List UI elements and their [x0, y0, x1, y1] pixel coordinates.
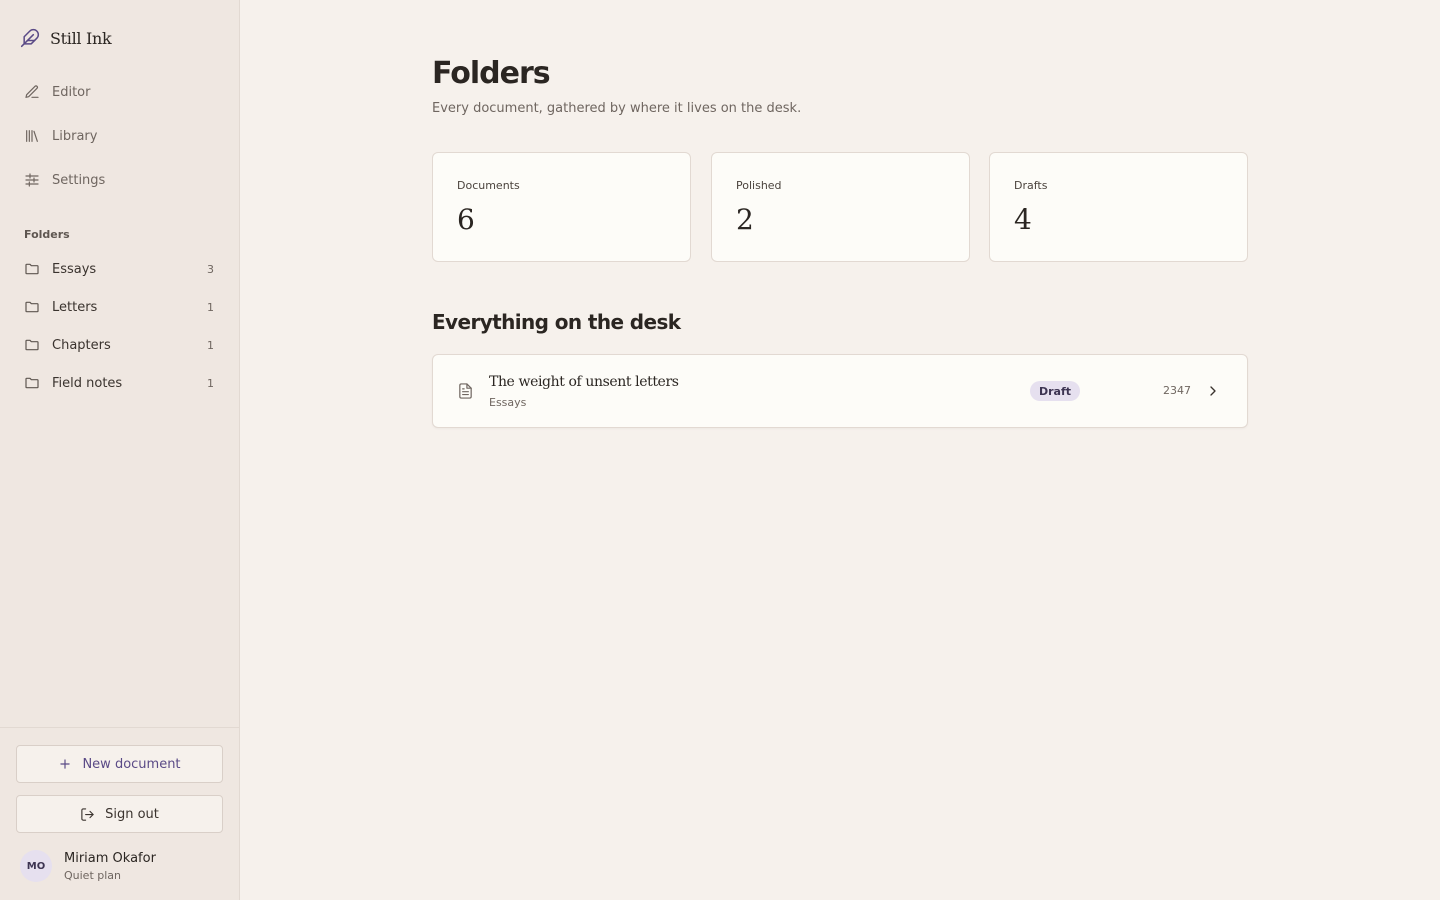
document-row[interactable]: The weight of unsent letters Essays Draf… — [432, 354, 1248, 428]
folder-count: 1 — [207, 338, 214, 352]
document-title: The weight of unsent letters — [489, 374, 679, 390]
folder-item-chapters[interactable]: Chapters 1 — [12, 326, 228, 364]
folder-icon — [24, 375, 40, 391]
folder-item-field-notes[interactable]: Field notes 1 — [12, 364, 228, 402]
folder-icon — [24, 337, 40, 353]
stat-label: Drafts — [1014, 179, 1048, 192]
word-count: 2347 — [1163, 384, 1191, 397]
folder-list: Essays 3 Letters 1 Chapters 1 Field note… — [12, 250, 228, 402]
sign-out-label: Sign out — [105, 806, 159, 822]
folder-count: 3 — [207, 262, 214, 276]
nav-item-label: Settings — [52, 172, 106, 188]
nav-item-label: Editor — [52, 84, 91, 100]
nav-item-settings[interactable]: Settings — [12, 158, 228, 202]
status-badge: Draft — [1030, 381, 1081, 401]
folder-label: Letters — [52, 299, 98, 315]
stat-value: 4 — [1014, 203, 1032, 236]
sidebar: Still Ink Editor Library Settings Folder… — [0, 0, 240, 900]
nav-item-label: Library — [52, 128, 98, 144]
brand[interactable]: Still Ink — [20, 26, 112, 50]
sign-out-button[interactable]: Sign out — [16, 795, 223, 833]
document-list: The weight of unsent letters Essays Draf… — [432, 354, 1248, 428]
folder-item-essays[interactable]: Essays 3 — [12, 250, 228, 288]
folders-section-label: Folders — [24, 228, 70, 241]
folder-count: 1 — [207, 300, 214, 314]
stats-row: Documents 6 Polished 2 Drafts 4 — [432, 152, 1248, 262]
folder-item-letters[interactable]: Letters 1 — [12, 288, 228, 326]
folder-icon — [24, 261, 40, 277]
plus-icon — [58, 757, 72, 771]
stat-label: Documents — [457, 179, 520, 192]
folder-label: Field notes — [52, 375, 123, 391]
page-title: Folders — [432, 56, 551, 91]
stat-card-documents: Documents 6 — [432, 152, 691, 262]
feather-icon — [20, 28, 40, 48]
stat-label: Polished — [736, 179, 782, 192]
new-document-button[interactable]: New document — [16, 745, 223, 783]
folder-count: 1 — [207, 376, 214, 390]
avatar: MO — [20, 850, 52, 882]
page-subtitle: Every document, gathered by where it liv… — [432, 101, 802, 116]
library-icon — [24, 128, 40, 144]
user-profile[interactable]: MO Miriam Okafor Quiet plan — [20, 850, 156, 882]
pencil-icon — [24, 84, 40, 100]
sliders-icon — [24, 172, 40, 188]
log-out-icon — [80, 807, 95, 822]
user-name: Miriam Okafor — [64, 850, 156, 866]
main-nav: Editor Library Settings — [12, 70, 228, 202]
document-icon — [457, 382, 474, 400]
sidebar-footer: New document Sign out MO Miriam Okafor Q… — [0, 727, 239, 900]
nav-item-editor[interactable]: Editor — [12, 70, 228, 114]
folder-label: Essays — [52, 261, 97, 277]
stat-card-polished: Polished 2 — [711, 152, 970, 262]
nav-item-library[interactable]: Library — [12, 114, 228, 158]
new-document-label: New document — [82, 756, 181, 772]
folder-label: Chapters — [52, 337, 111, 353]
brand-name: Still Ink — [50, 28, 112, 48]
stat-value: 2 — [736, 203, 754, 236]
document-folder: Essays — [489, 396, 527, 409]
folder-icon — [24, 299, 40, 315]
stat-value: 6 — [457, 203, 475, 236]
chevron-right-icon[interactable] — [1205, 383, 1221, 399]
user-plan: Quiet plan — [64, 868, 122, 882]
section-title: Everything on the desk — [432, 310, 681, 334]
stat-card-drafts: Drafts 4 — [989, 152, 1248, 262]
user-info: Miriam Okafor Quiet plan — [64, 851, 156, 882]
